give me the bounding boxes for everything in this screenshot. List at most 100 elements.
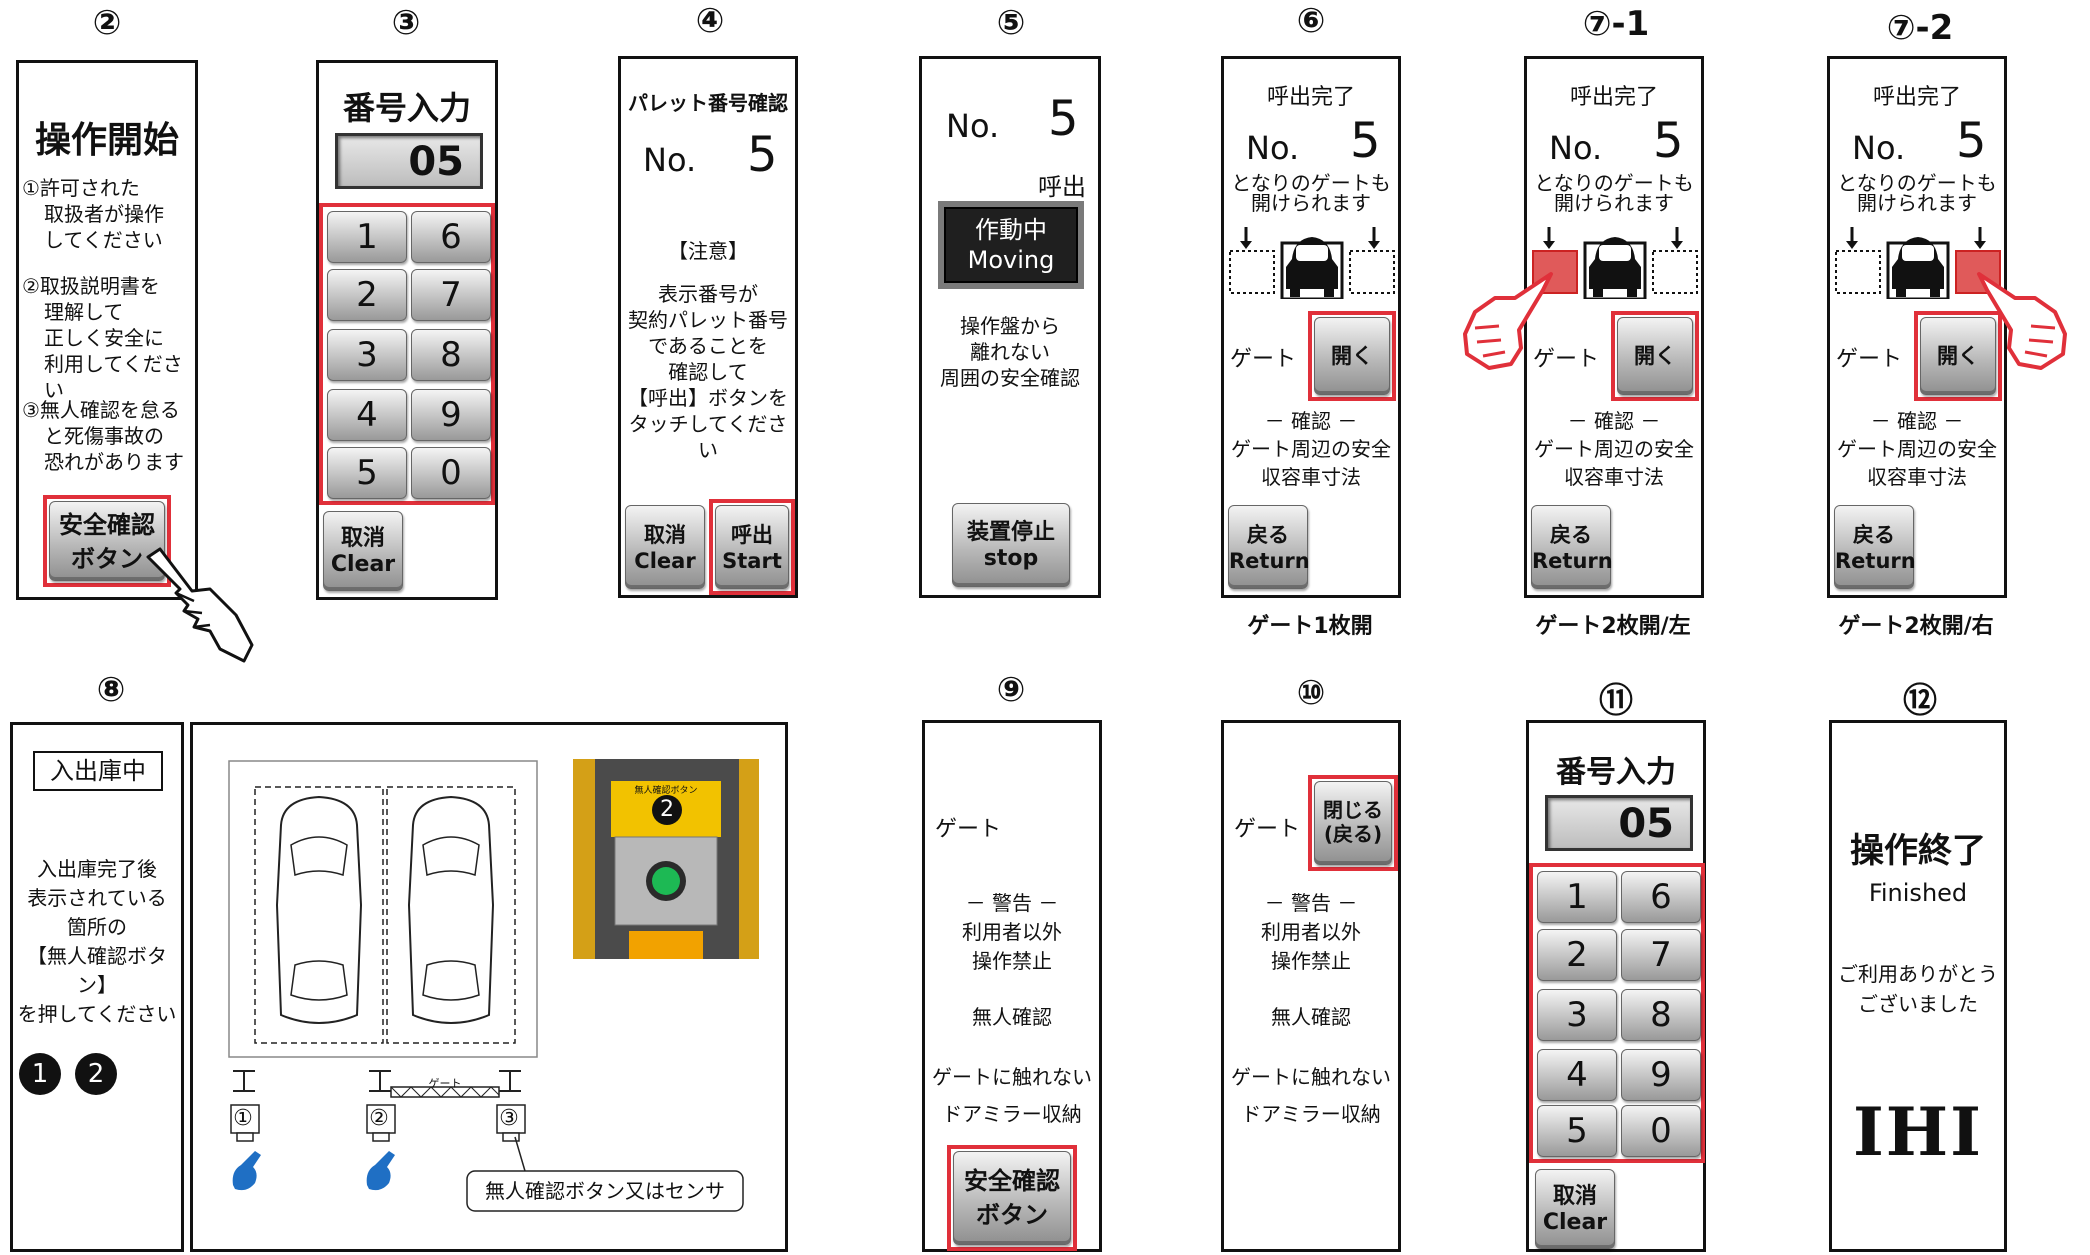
heading: 操作開始 [34, 120, 179, 161]
panel-close-gate: ゲート 閉じる (戻る) － 警告 －利用者以外 操作禁止 無人確認 ゲートに触れな… [1221, 720, 1401, 1252]
gate-label: ゲート [935, 817, 1002, 842]
key-0[interactable]: 0 [411, 447, 491, 499]
caution-text: ゲートに触れない ドアミラー収納 [1231, 1065, 1391, 1126]
key-4[interactable]: 4 [327, 389, 407, 441]
key-2[interactable]: 2 [1537, 929, 1617, 981]
key-6[interactable]: 6 [1621, 871, 1701, 923]
clear-button[interactable]: 取消 Clear [625, 505, 705, 589]
confirm-text: － 確認 －ゲート周辺の安全 収容車寸法 [1231, 409, 1391, 489]
no-label: No. [946, 107, 1000, 145]
pointing-hand-icon [146, 547, 254, 663]
key-4[interactable]: 4 [1537, 1049, 1617, 1101]
panel-number-input-2: 番号入力 05 1 6 2 7 3 8 4 9 5 0 取消 Clear [1526, 720, 1706, 1252]
finished-en: Finished [1868, 879, 1968, 907]
step-7-2-title: ⑦-2 [1886, 8, 1954, 48]
confirm-text: － 確認 －ゲート周辺の安全 収容車寸法 [1837, 409, 1997, 489]
caption-gate-2-right: ゲート2枚開/右 [1838, 614, 1994, 639]
step-8-title: ⑧ [96, 670, 126, 710]
panel-in-out-diagram: ① ② ③ ゲート 無人確認ボタン又はセンサ 無人確認ボタン 2 [190, 722, 788, 1252]
key-8[interactable]: 8 [1621, 989, 1701, 1041]
call-label: 呼出 [1038, 173, 1086, 201]
key-6[interactable]: 6 [411, 211, 491, 263]
call-start-button[interactable]: 呼出 Start [715, 505, 789, 589]
hand-pointing-icon [1977, 272, 2067, 370]
step-9-title: ⑨ [996, 670, 1026, 710]
open-button[interactable]: 開く [1617, 317, 1693, 395]
pallet-number: 5 [747, 127, 778, 183]
key-8[interactable]: 8 [411, 329, 491, 381]
heading: 番号入力 [1556, 755, 1676, 790]
return-button[interactable]: 戻る Return [1228, 505, 1310, 589]
key-9[interactable]: 9 [411, 389, 491, 441]
step-3-title: ③ [391, 3, 421, 43]
marker-2: ② [369, 1106, 389, 1131]
key-5[interactable]: 5 [327, 447, 407, 499]
key-7[interactable]: 7 [1621, 929, 1701, 981]
stop-button[interactable]: 装置停止 stop [952, 503, 1070, 587]
heading: 操作終了 [1850, 831, 1986, 871]
instruction-3: ③無人確認を怠る と死傷事故の 恐れがあります [22, 398, 184, 474]
open-button[interactable]: 開く [1314, 317, 1390, 395]
instruction-2: ②取扱説明書を 理解して 正しく安全に 利用してください [22, 274, 183, 402]
no-label: No. [1246, 129, 1300, 167]
warning-text: － 警告 －利用者以外 操作禁止 [962, 891, 1062, 973]
close-button[interactable]: 閉じる (戻る) [1314, 781, 1392, 865]
panel-pallet-confirm: パレット番号確認 No. 5 【注意】 表示番号が 契約パレット番号 であることを確… [618, 56, 798, 598]
instruction-1: ①許可された 取扱者が操作 してください [22, 176, 164, 252]
key-3[interactable]: 3 [1537, 989, 1617, 1041]
status-badge: 入出庫中 [33, 751, 163, 791]
no-label: No. [1852, 129, 1906, 167]
step-10-title: ⑩ [1296, 673, 1326, 713]
note-text: 表示番号が 契約パレット番号 であることを 確認して 【呼出】ボタンを タッチしてください [628, 282, 788, 462]
gate-label: ゲート [1234, 817, 1301, 842]
clear-button[interactable]: 取消 Clear [323, 511, 403, 591]
unmanned-check: 無人確認 [972, 1005, 1052, 1029]
key-7[interactable]: 7 [411, 269, 491, 321]
step-11-title: ⑪ [1599, 681, 1633, 721]
key-5[interactable]: 5 [1537, 1105, 1617, 1157]
key-9[interactable]: 9 [1621, 1049, 1701, 1101]
return-button[interactable]: 戻る Return [1531, 505, 1613, 589]
number-display: 05 [335, 133, 483, 189]
pallet-number: 5 [1956, 113, 1987, 169]
car-gate-diagram [1229, 227, 1395, 299]
panel-start: 操作開始 ①許可された 取扱者が操作 してください ②取扱説明書を 理解して 正しく安全… [16, 60, 198, 600]
key-3[interactable]: 3 [327, 329, 407, 381]
instruction-text: 入出庫完了後 表示されている 箇所の 【無人確認ボタン】 を押してください [17, 857, 177, 1026]
panel-finished: 操作終了 Finished ご利用ありがとう ございました IHI [1829, 720, 2007, 1252]
key-1[interactable]: 1 [1537, 871, 1617, 923]
key-2[interactable]: 2 [327, 269, 407, 321]
key-1[interactable]: 1 [327, 211, 407, 263]
step-2-title: ② [92, 3, 122, 43]
marker-3: ③ [499, 1106, 519, 1131]
step-7-1-title: ⑦-1 [1582, 4, 1650, 44]
panel-warning: ゲート － 警告 －利用者以外 操作禁止 無人確認 ゲートに触れない ドアミラー収納… [922, 720, 1102, 1252]
clear-button[interactable]: 取消 Clear [1535, 1169, 1615, 1249]
pallet-number: 5 [1653, 113, 1684, 169]
caption-gate-2-left: ゲート2枚開/左 [1535, 614, 1691, 639]
note-label: 【注意】 [668, 239, 748, 263]
key-0[interactable]: 0 [1621, 1105, 1701, 1157]
safety-confirm-button[interactable]: 安全確認 ボタン [953, 1151, 1071, 1245]
parking-layout-diagram [228, 759, 759, 1212]
moving-indicator: 作動中 Moving [938, 201, 1084, 289]
caption-gate-1: ゲート1枚開 [1247, 614, 1373, 639]
panel-in-out-left: 入出庫中 入出庫完了後 表示されている 箇所の 【無人確認ボタン】 を押してください 1… [10, 722, 184, 1252]
done-label: 呼出完了 [1872, 85, 1961, 110]
done-label: 呼出完了 [1266, 85, 1355, 110]
caution-text: ゲートに触れない ドアミラー収納 [932, 1065, 1092, 1126]
ihi-logo: IHI [1852, 1093, 1984, 1171]
marker-1: ① [233, 1106, 253, 1131]
step-5-title: ⑤ [996, 3, 1026, 43]
step-4-title: ④ [695, 1, 725, 41]
no-label: No. [1549, 129, 1603, 167]
panel-moving: No. 5 呼出 作動中 Moving 操作盤から 離れない 周囲の安全確認 装置停止… [919, 56, 1101, 598]
return-button[interactable]: 戻る Return [1834, 505, 1916, 589]
indicator-1: 1 [19, 1053, 61, 1095]
no-label: No. [643, 141, 697, 179]
gate-note: となりのゲートも 開けられます [1534, 171, 1694, 215]
number-display: 05 [1545, 795, 1693, 851]
gate-label: ゲート [1836, 347, 1903, 372]
panel-number-input: 番号入力 05 1 6 2 7 3 8 4 9 5 0 取消 Clear [316, 60, 498, 600]
done-label: 呼出完了 [1569, 85, 1658, 110]
